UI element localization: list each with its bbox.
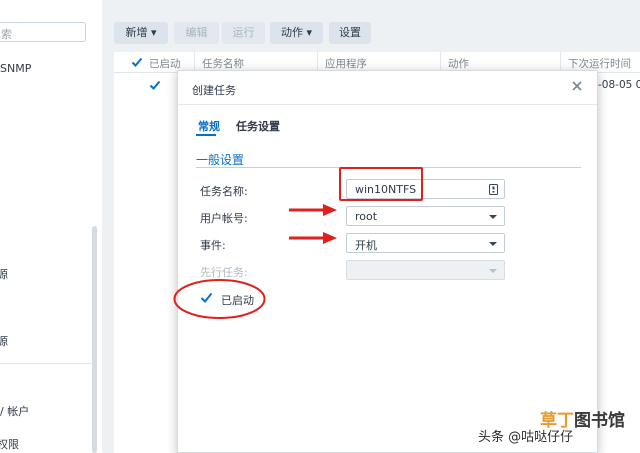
sidebar-item-resource-2[interactable]: 源 bbox=[0, 333, 8, 349]
toolbar: 新增 ▾ 编辑 运行 动作 ▾ 设置 bbox=[103, 0, 640, 50]
column-next-run[interactable]: 下次运行时间 bbox=[568, 56, 631, 71]
settings-button[interactable]: 设置 bbox=[329, 22, 371, 44]
prerequisite-select[interactable] bbox=[346, 260, 505, 280]
column-application[interactable]: 应用程序 bbox=[325, 56, 367, 71]
sidebar-item-resource-1[interactable]: 源 bbox=[0, 266, 8, 282]
annotation-arrow-icon bbox=[289, 204, 337, 216]
active-tab-indicator bbox=[196, 134, 216, 136]
sidebar-item-permissions[interactable]: 权限 bbox=[0, 436, 19, 452]
chevron-down-icon bbox=[489, 269, 497, 273]
column-divider bbox=[194, 52, 195, 72]
run-button[interactable]: 运行 bbox=[222, 22, 265, 44]
edit-button-label: 编辑 bbox=[185, 26, 208, 39]
annotation-arrow-icon bbox=[289, 232, 337, 244]
sidebar-item-account[interactable]: / 帐户 bbox=[0, 403, 29, 419]
sidebar-scrollbar[interactable] bbox=[92, 226, 97, 453]
edit-button[interactable]: 编辑 bbox=[174, 22, 219, 44]
column-divider bbox=[317, 52, 318, 72]
sidebar: 索 SNMP 源 源 / 帐户 权限 bbox=[0, 0, 102, 453]
watermark-brand-b: 图书馆 bbox=[574, 411, 625, 431]
column-action[interactable]: 动作 bbox=[448, 56, 469, 71]
dialog-title: 创建任务 bbox=[192, 84, 236, 97]
dialog-header-divider bbox=[178, 104, 597, 105]
event-value: 开机 bbox=[355, 239, 377, 252]
task-name-label: 任务名称: bbox=[200, 185, 248, 198]
search-placeholder: 索 bbox=[1, 28, 12, 41]
action-button[interactable]: 动作 ▾ bbox=[270, 22, 323, 44]
column-enabled[interactable]: 已启动 bbox=[149, 56, 181, 71]
tab-general[interactable]: 常规 bbox=[198, 118, 220, 134]
header-check-icon[interactable] bbox=[131, 56, 143, 68]
clipboard-icon[interactable] bbox=[489, 184, 498, 195]
annotation-box bbox=[339, 167, 423, 201]
column-divider bbox=[560, 52, 561, 72]
user-account-select[interactable]: root bbox=[346, 206, 505, 226]
user-account-value: root bbox=[355, 210, 378, 223]
event-label: 事件: bbox=[200, 239, 226, 252]
create-task-dialog: 创建任务 常规 任务设置 一般设置 任务名称: win10NTFS 用户帐号: … bbox=[177, 70, 598, 453]
chevron-down-icon bbox=[489, 215, 497, 219]
add-button[interactable]: 新增 ▾ bbox=[114, 22, 168, 44]
tab-task-settings[interactable]: 任务设置 bbox=[236, 118, 280, 134]
action-button-label: 动作 bbox=[280, 26, 303, 39]
annotation-ellipse-icon bbox=[173, 279, 266, 319]
column-divider bbox=[440, 52, 441, 72]
search-input[interactable]: 索 bbox=[0, 22, 86, 42]
sidebar-divider bbox=[0, 363, 92, 364]
close-icon[interactable] bbox=[569, 78, 585, 94]
add-button-label: 新增 bbox=[125, 26, 148, 39]
column-task-name[interactable]: 任务名称 bbox=[202, 56, 244, 71]
settings-button-label: 设置 bbox=[339, 26, 361, 39]
event-select[interactable]: 开机 bbox=[346, 233, 505, 253]
chevron-down-icon bbox=[489, 242, 497, 246]
sidebar-item-snmp[interactable]: SNMP bbox=[0, 62, 31, 75]
row-check-icon[interactable] bbox=[149, 79, 161, 91]
row-next-run: -08-05 0 bbox=[598, 79, 640, 91]
watermark: 草丁图书馆 头条 @咕哒仔仔 bbox=[478, 404, 640, 453]
section-title: 一般设置 bbox=[196, 153, 245, 167]
user-account-label: 用户帐号: bbox=[200, 212, 248, 225]
run-button-label: 运行 bbox=[232, 26, 255, 39]
watermark-credit: 头条 @咕哒仔仔 bbox=[478, 430, 574, 445]
